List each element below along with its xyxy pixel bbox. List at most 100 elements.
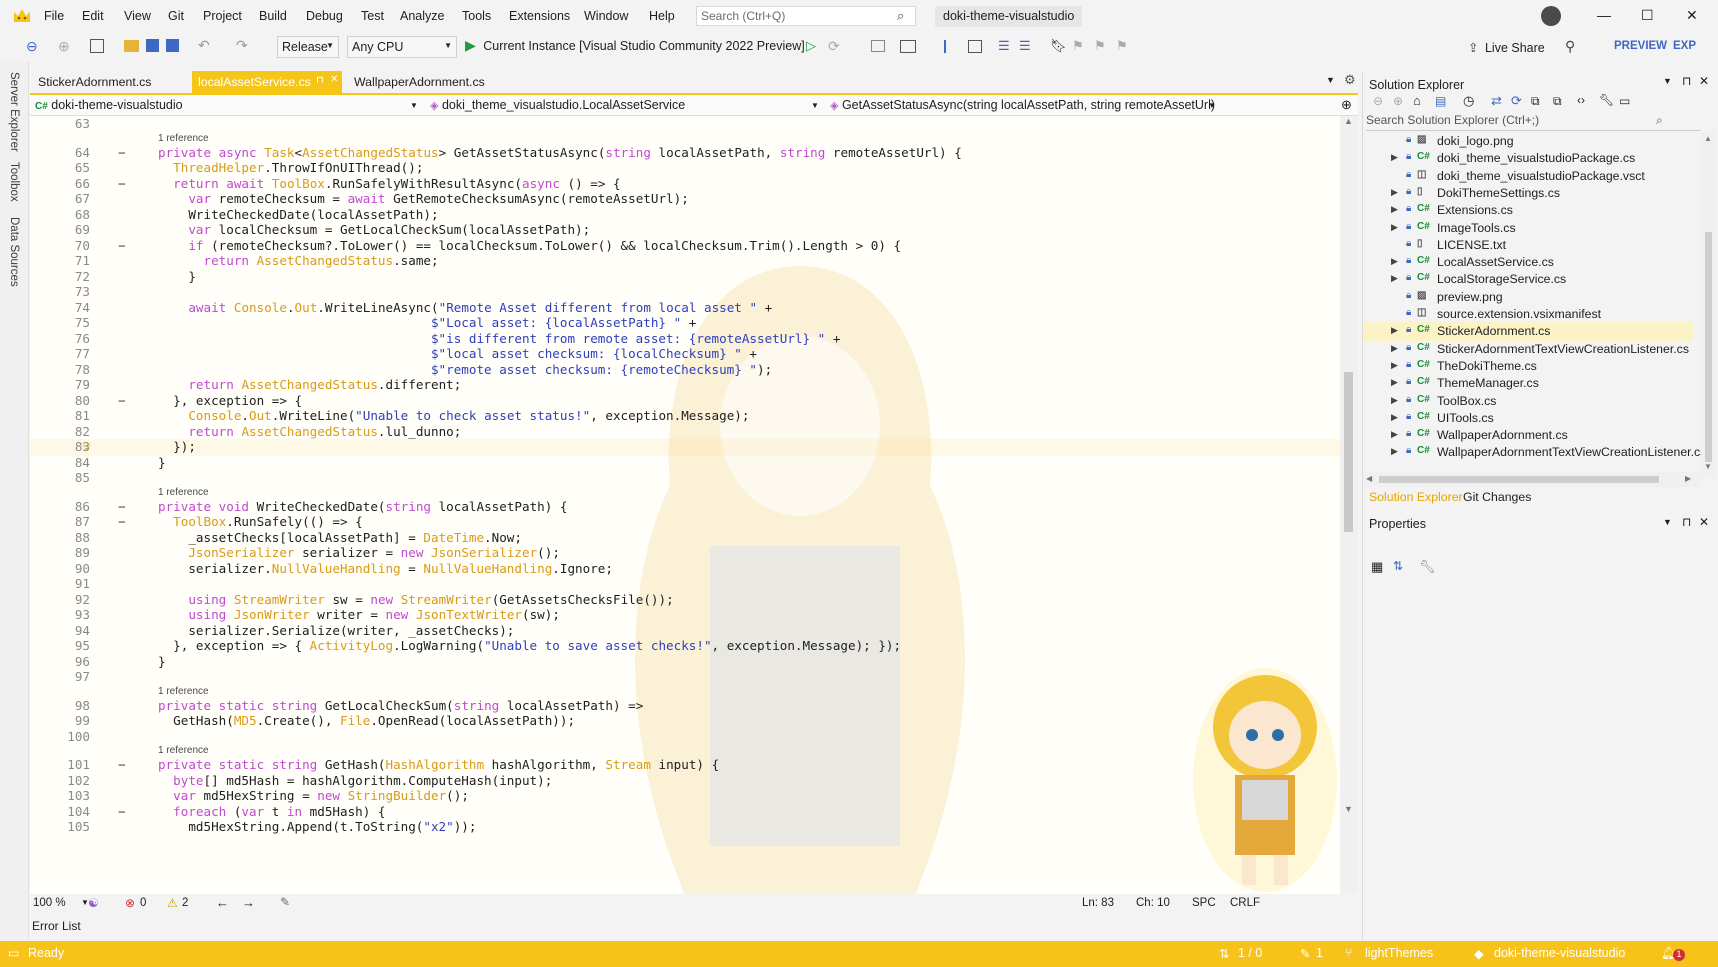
code-line[interactable]: 89 JsonSerializer serializer = new JsonS… [30,545,1340,562]
code-line[interactable]: 103 var md5HexString = new StringBuilder… [30,788,1340,805]
reference-codelens[interactable]: 1 reference [158,686,209,697]
error-count[interactable]: 0 [140,897,146,909]
categorized-icon[interactable]: ▦ [1371,559,1383,575]
menu-window[interactable]: Window [584,9,628,23]
split-icon[interactable]: ⊕ [1341,97,1352,113]
scroll-thumb[interactable] [1379,476,1659,483]
code-line[interactable]: 79 return AssetChangedStatus.different; [30,377,1340,394]
live-share-button[interactable]: ⇪ Live Share [1468,40,1545,55]
error-list-tab[interactable]: Error List [32,919,81,933]
maximize-button[interactable]: ☐ [1641,7,1654,24]
tree-item[interactable]: 🔒︎ ▨ doki_logo.png [1363,132,1693,151]
code-line[interactable]: 95 }, exception => { ActivityLog.LogWarn… [30,638,1340,655]
show-all-files-icon[interactable]: ⧉ [1553,94,1562,109]
code-line[interactable]: 100 [30,729,1340,746]
copilot-icon[interactable]: ☯ [88,896,99,910]
tree-item[interactable]: 🔒︎ ▨ preview.png [1363,288,1693,307]
tree-vscroll[interactable]: ▲ ▼ [1701,132,1716,477]
menu-help[interactable]: Help [649,9,675,23]
fold-toggle-icon[interactable]: − [118,757,126,772]
code-line[interactable]: 77 $"local asset checksum: {localChecksu… [30,346,1340,363]
scroll-up-icon[interactable]: ▲ [1704,134,1712,143]
outdent-icon[interactable]: ☰ [998,38,1010,54]
bookmark-clear-icon[interactable]: ⚑ [1116,38,1128,54]
close-button[interactable]: ✕ [1686,7,1698,24]
code-line[interactable]: 67 var remoteChecksum = await GetRemoteC… [30,191,1340,208]
rail-data-sources[interactable]: Data Sources [8,217,20,287]
close-tab-icon[interactable]: ✕ [330,74,338,85]
code-line[interactable]: 66 − return await ToolBox.RunSafelyWithRe… [30,176,1340,193]
forward-icon[interactable]: ⊕ [1393,94,1403,108]
hot-reload-icon[interactable]: ⟳ [828,38,840,55]
vertical-scrollbar[interactable]: ▲ ▼ [1340,116,1358,894]
collapse-all-icon[interactable]: ⧉ [1531,94,1540,109]
code-line[interactable]: 91 [30,576,1340,593]
tree-item[interactable]: 🔒︎ ◫ doki_theme_visualstudioPackage.vsct [1363,167,1693,186]
scroll-left-icon[interactable]: ◀ [1366,474,1372,483]
start-without-debug-icon[interactable]: ▷ [806,38,816,54]
tree-item[interactable]: ▶ 🔒︎ C# LocalStorageService.cs [1363,270,1693,289]
repo-name[interactable]: doki-theme-visualstudio [1494,946,1625,960]
code-cleanup-icon[interactable]: ✎ [280,895,290,909]
code-line[interactable]: 83 💡︎ }); [30,439,1340,456]
new-project-icon[interactable] [90,39,104,53]
menu-debug[interactable]: Debug [306,9,343,23]
fold-toggle-icon[interactable]: − [118,176,126,191]
open-folder-icon[interactable] [124,40,139,52]
view-code-icon[interactable]: ‹› [1577,93,1585,107]
expand-arrow-icon[interactable]: ▶ [1391,446,1398,457]
expand-arrow-icon[interactable]: ▶ [1391,343,1398,354]
rail-toolbox[interactable]: Toolbox [8,162,20,202]
fold-toggle-icon[interactable]: − [118,804,126,819]
save-icon[interactable] [146,39,159,52]
tree-item[interactable]: ▶ 🔒︎ C# LocalAssetService.cs [1363,253,1693,272]
menu-test[interactable]: Test [361,9,384,23]
bookmark-prev-icon[interactable]: ⚑ [1072,38,1084,54]
expand-arrow-icon[interactable]: ▶ [1391,412,1398,423]
changes-count[interactable]: 1 [1316,946,1323,960]
expand-arrow-icon[interactable]: ▶ [1391,187,1398,198]
code-line[interactable]: 81 Console.Out.WriteLine("Unable to chec… [30,408,1340,425]
expand-arrow-icon[interactable]: ▶ [1391,429,1398,440]
scroll-down-icon[interactable]: ▼ [1344,804,1353,814]
menu-edit[interactable]: Edit [82,9,104,23]
indent-icon[interactable]: ☰ [1019,38,1031,54]
tab-local-asset-service[interactable]: localAssetService.cs ⊓ ✕ [192,71,342,93]
close-panel-icon[interactable]: ✕ [1699,515,1709,529]
tree-item[interactable]: ▶ 🔒︎ C# doki_theme_visualstudioPackage.cs [1363,149,1693,168]
code-editor[interactable]: 63 1 reference 64 − private async Task<Asset… [30,116,1358,894]
configuration-select[interactable]: Release ▼ [277,36,339,58]
expand-arrow-icon[interactable]: ▶ [1391,204,1398,215]
expand-arrow-icon[interactable]: ▶ [1391,395,1398,406]
tab-wallpaper-adornment[interactable]: WallpaperAdornment.cs [348,71,508,93]
code-line[interactable]: 65 ThreadHelper.ThrowIfOnUIThread(); [30,160,1340,177]
member-dropdown[interactable]: ◈ GetAssetStatusAsync(string localAssetP… [830,98,1220,112]
back-icon[interactable]: ⊖ [26,38,38,55]
tree-item[interactable]: ▶ 🔒︎ C# TheDokiTheme.cs [1363,357,1693,376]
error-icon[interactable]: ⊗ [125,896,135,910]
pending-changes-icon[interactable]: ◷ [1463,93,1474,109]
browse-icon[interactable] [871,40,885,52]
expand-arrow-icon[interactable]: ▶ [1391,360,1398,371]
code-line[interactable]: 104 − foreach (var t in md5Hash) { [30,804,1340,821]
output-icon[interactable]: ▭ [8,946,19,960]
scroll-thumb[interactable] [1344,372,1353,532]
fold-toggle-icon[interactable]: − [118,238,126,253]
expand-arrow-icon[interactable]: ▶ [1391,222,1398,233]
scroll-down-icon[interactable]: ▼ [1704,462,1712,471]
expand-arrow-icon[interactable]: ▶ [1391,152,1398,163]
next-issue-icon[interactable]: → [242,895,255,910]
menu-project[interactable]: Project [203,9,242,23]
step-icon[interactable] [944,40,958,53]
warning-count[interactable]: 2 [182,897,188,909]
home-icon[interactable]: ⌂ [1413,93,1421,108]
code-line[interactable]: 80 − }, exception => { [30,393,1340,410]
tree-item[interactable]: 🔒︎ ▯ LICENSE.txt [1363,236,1693,255]
layout-icon[interactable] [900,40,916,53]
code-line[interactable]: 71 return AssetChangedStatus.same; [30,253,1340,270]
sync-icon[interactable]: ⇄ [1491,93,1502,109]
tab-solution-explorer[interactable]: Solution Explorer [1369,490,1463,504]
code-line[interactable]: 70 − if (remoteChecksum?.ToLower() == loc… [30,238,1340,255]
alphabetical-icon[interactable]: ⇅ [1393,559,1403,573]
menu-git[interactable]: Git [168,9,184,23]
